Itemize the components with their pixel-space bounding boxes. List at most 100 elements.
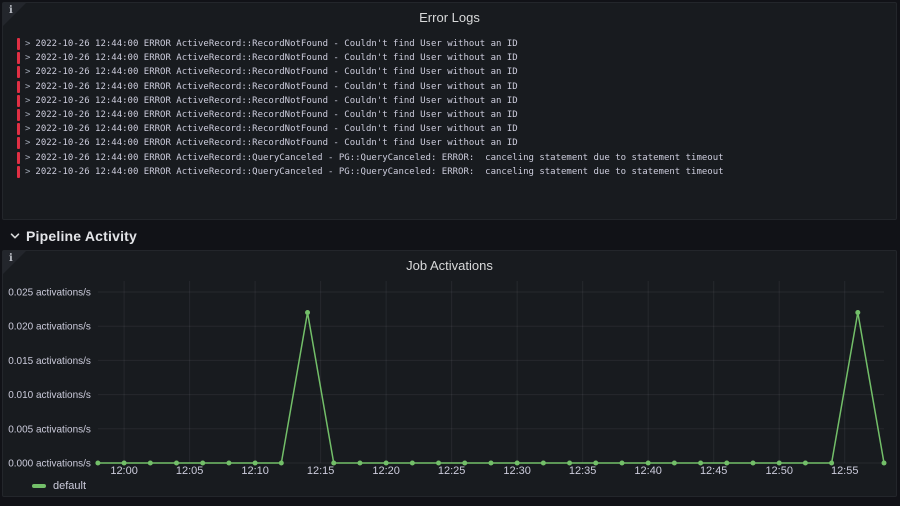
row-header-pipeline-activity[interactable]: Pipeline Activity <box>2 224 897 248</box>
data-point[interactable] <box>777 461 782 466</box>
log-level-bar-error <box>17 52 20 64</box>
log-row[interactable]: > 2022-10-26 12:44:00 ERROR ActiveRecord… <box>17 122 888 136</box>
x-axis-tick-label: 12:30 <box>503 465 530 477</box>
log-level-bar-error <box>17 109 20 121</box>
log-message: 2022-10-26 12:44:00 ERROR ActiveRecord::… <box>35 167 723 177</box>
data-point[interactable] <box>724 461 729 466</box>
y-axis-tick-label: 0.005 activations/s <box>8 424 91 435</box>
x-axis-tick-label: 12:25 <box>438 465 465 477</box>
expand-chevron-icon[interactable]: > <box>25 138 30 148</box>
time-series-chart[interactable]: 0.000 activations/s 0.005 activations/s 0.… <box>3 251 896 496</box>
log-message: 2022-10-26 12:44:00 ERROR ActiveRecord::… <box>35 96 517 106</box>
x-axis-tick-label: 12:20 <box>372 465 399 477</box>
log-level-bar-error <box>17 123 20 135</box>
data-point[interactable] <box>541 461 546 466</box>
expand-chevron-icon[interactable]: > <box>25 82 30 92</box>
y-axis-tick-label: 0.015 activations/s <box>8 356 91 367</box>
x-axis-tick-label: 12:35 <box>569 465 596 477</box>
x-axis-tick-label: 12:55 <box>831 465 858 477</box>
data-point[interactable] <box>148 461 153 466</box>
expand-chevron-icon[interactable]: > <box>25 110 30 120</box>
data-point[interactable] <box>803 461 808 466</box>
data-point[interactable] <box>882 461 887 466</box>
data-point[interactable] <box>698 461 703 466</box>
dashboard-page: i Error Logs > 2022-10-26 12:44:00 ERROR… <box>0 0 900 506</box>
log-level-bar-error <box>17 81 20 93</box>
log-row[interactable]: > 2022-10-26 12:44:00 ERROR ActiveRecord… <box>17 80 888 94</box>
log-message: 2022-10-26 12:44:00 ERROR ActiveRecord::… <box>35 153 723 163</box>
expand-chevron-icon[interactable]: > <box>25 153 30 163</box>
data-point[interactable] <box>619 461 624 466</box>
data-point[interactable] <box>331 461 336 466</box>
data-point[interactable] <box>829 461 834 466</box>
data-point[interactable] <box>305 310 310 315</box>
expand-chevron-icon[interactable]: > <box>25 167 30 177</box>
expand-chevron-icon[interactable]: > <box>25 39 30 49</box>
data-point[interactable] <box>384 461 389 466</box>
y-axis-tick-label: 0.000 activations/s <box>8 458 91 469</box>
data-point[interactable] <box>357 461 362 466</box>
log-level-bar-error <box>17 38 20 50</box>
info-icon: i <box>9 253 13 264</box>
x-axis-tick-label: 12:15 <box>307 465 334 477</box>
chevron-down-icon <box>9 230 21 242</box>
data-point[interactable] <box>855 310 860 315</box>
data-point[interactable] <box>515 461 520 466</box>
log-message: 2022-10-26 12:44:00 ERROR ActiveRecord::… <box>35 138 517 148</box>
data-point[interactable] <box>174 461 179 466</box>
log-message: 2022-10-26 12:44:00 ERROR ActiveRecord::… <box>35 53 517 63</box>
data-point[interactable] <box>279 461 284 466</box>
log-row[interactable]: > 2022-10-26 12:44:00 ERROR ActiveRecord… <box>17 37 888 51</box>
data-point[interactable] <box>593 461 598 466</box>
log-row[interactable]: > 2022-10-26 12:44:00 ERROR ActiveRecord… <box>17 108 888 122</box>
log-message: 2022-10-26 12:44:00 ERROR ActiveRecord::… <box>35 124 517 134</box>
log-level-bar-error <box>17 152 20 164</box>
log-message: 2022-10-26 12:44:00 ERROR ActiveRecord::… <box>35 39 517 49</box>
expand-chevron-icon[interactable]: > <box>25 96 30 106</box>
expand-chevron-icon[interactable]: > <box>25 53 30 63</box>
expand-chevron-icon[interactable]: > <box>25 67 30 77</box>
log-level-bar-error <box>17 66 20 78</box>
log-level-bar-error <box>17 95 20 107</box>
log-level-bar-error <box>17 137 20 149</box>
row-header-label: Pipeline Activity <box>26 228 137 244</box>
legend-color-swatch <box>32 484 46 488</box>
panel-title-error-logs[interactable]: Error Logs <box>3 3 896 29</box>
x-axis-tick-label: 12:10 <box>241 465 268 477</box>
y-axis-tick-label: 0.020 activations/s <box>8 322 91 333</box>
x-axis-tick-label: 12:45 <box>700 465 727 477</box>
x-axis-tick-label: 12:40 <box>634 465 661 477</box>
y-axis-tick-label: 0.010 activations/s <box>8 390 91 401</box>
info-icon: i <box>9 5 13 16</box>
x-axis-tick-label: 12:00 <box>110 465 137 477</box>
y-axis-tick-label: 0.025 activations/s <box>8 287 91 298</box>
data-point[interactable] <box>410 461 415 466</box>
data-point[interactable] <box>750 461 755 466</box>
log-row[interactable]: > 2022-10-26 12:44:00 ERROR ActiveRecord… <box>17 94 888 108</box>
data-point[interactable] <box>567 461 572 466</box>
data-point[interactable] <box>95 461 100 466</box>
data-point[interactable] <box>672 461 677 466</box>
expand-chevron-icon[interactable]: > <box>25 124 30 134</box>
data-point[interactable] <box>462 461 467 466</box>
log-row[interactable]: > 2022-10-26 12:44:00 ERROR ActiveRecord… <box>17 51 888 65</box>
data-point[interactable] <box>253 461 258 466</box>
log-row[interactable]: > 2022-10-26 12:44:00 ERROR ActiveRecord… <box>17 151 888 165</box>
log-message: 2022-10-26 12:44:00 ERROR ActiveRecord::… <box>35 82 517 92</box>
log-row[interactable]: > 2022-10-26 12:44:00 ERROR ActiveRecord… <box>17 136 888 150</box>
data-point[interactable] <box>436 461 441 466</box>
log-row[interactable]: > 2022-10-26 12:44:00 ERROR ActiveRecord… <box>17 65 888 79</box>
error-logs-panel: i Error Logs > 2022-10-26 12:44:00 ERROR… <box>2 2 897 220</box>
data-point[interactable] <box>488 461 493 466</box>
data-point[interactable] <box>122 461 127 466</box>
data-point[interactable] <box>646 461 651 466</box>
data-point[interactable] <box>226 461 231 466</box>
log-row[interactable]: > 2022-10-26 12:44:00 ERROR ActiveRecord… <box>17 165 888 179</box>
x-axis-tick-label: 12:50 <box>765 465 792 477</box>
chart-legend: default <box>32 480 86 492</box>
job-activations-panel: i Job Activations 0.000 activations/s0.0… <box>2 250 897 497</box>
log-message: 2022-10-26 12:44:00 ERROR ActiveRecord::… <box>35 110 517 120</box>
data-point[interactable] <box>200 461 205 466</box>
legend-series-label[interactable]: default <box>53 480 86 492</box>
log-list: > 2022-10-26 12:44:00 ERROR ActiveRecord… <box>17 37 888 179</box>
